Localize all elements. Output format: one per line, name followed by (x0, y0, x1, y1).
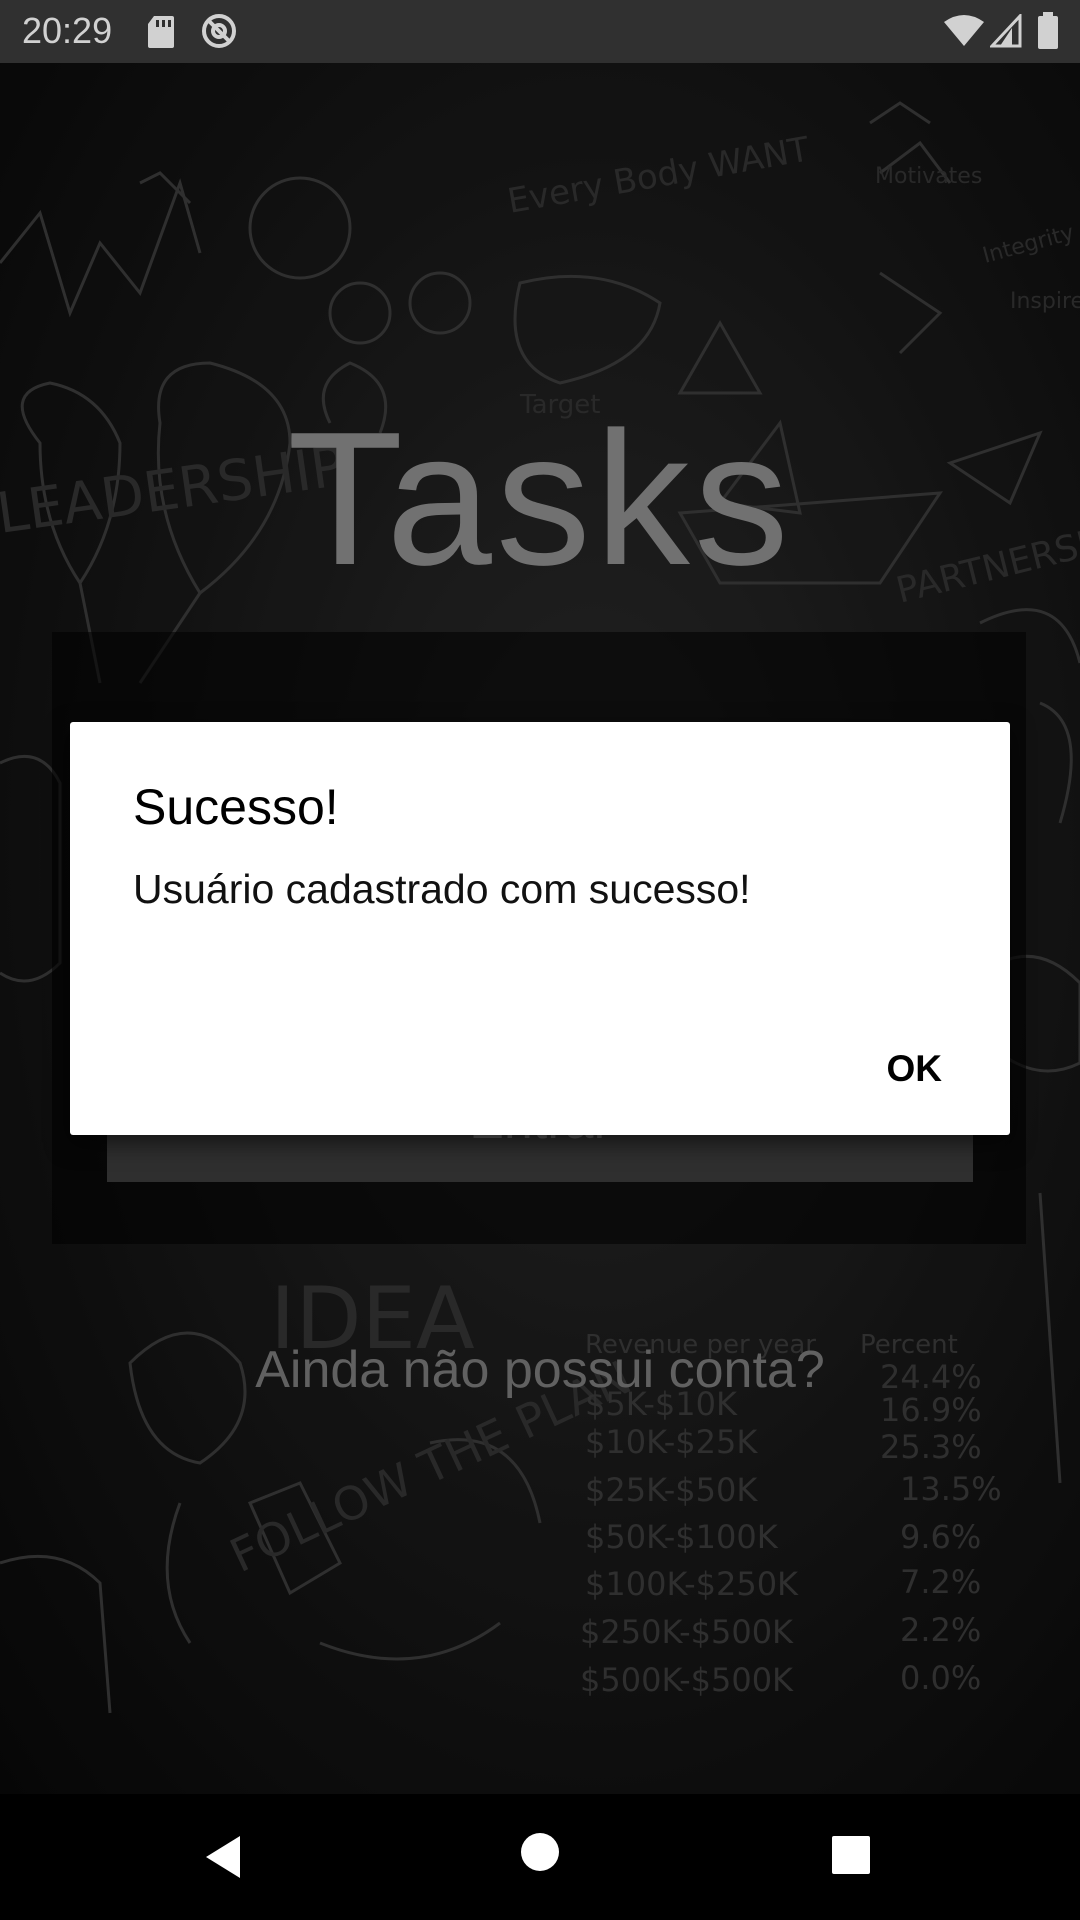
back-icon[interactable] (200, 1832, 250, 1882)
recents-icon[interactable] (830, 1834, 872, 1876)
success-dialog: Sucesso! Usuário cadastrado com sucesso!… (70, 722, 1010, 1135)
dialog-message: Usuário cadastrado com sucesso! (133, 866, 751, 912)
navigation-bar (0, 1794, 1080, 1920)
dialog-title: Sucesso! (133, 779, 339, 835)
home-icon[interactable] (518, 1830, 562, 1874)
ok-button[interactable]: OK (871, 1038, 959, 1100)
